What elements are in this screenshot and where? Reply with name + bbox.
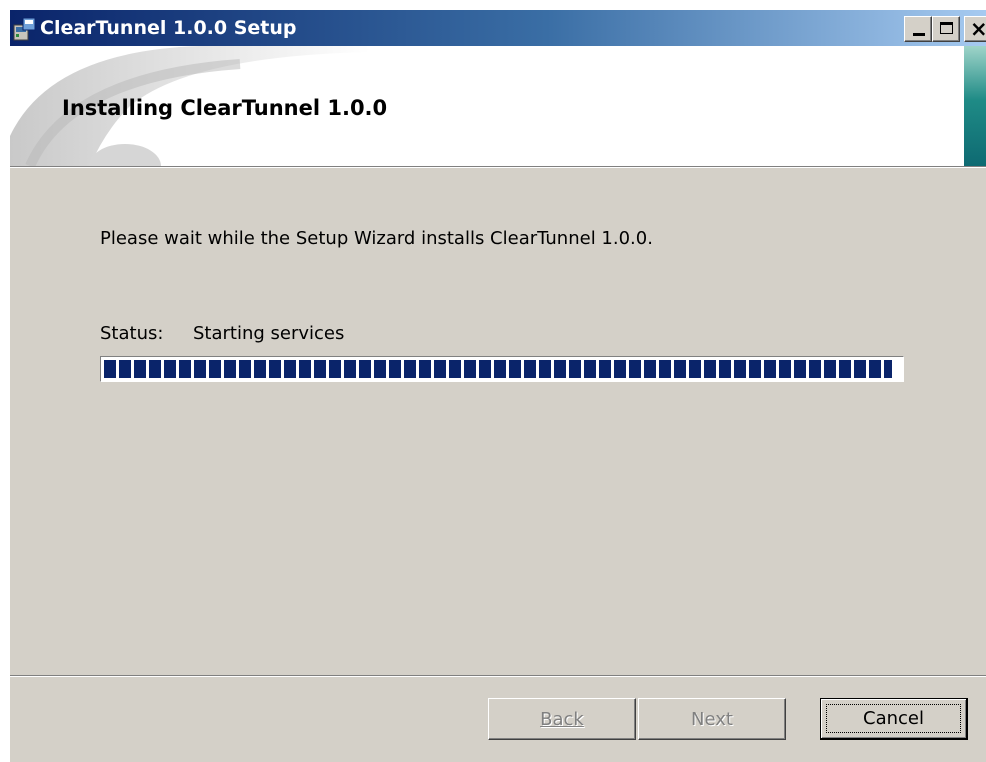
header-divider	[10, 166, 986, 168]
cancel-button[interactable]: Cancel	[820, 698, 968, 740]
status-label: Status:	[100, 323, 164, 344]
setup-window: ClearTunnel 1.0.0 Setup × Installing Cle…	[10, 10, 986, 762]
back-button[interactable]: Back	[488, 698, 636, 740]
minimize-icon	[913, 33, 925, 36]
status-value: Starting services	[193, 323, 345, 344]
close-icon: ×	[970, 17, 986, 41]
banner-title: Installing ClearTunnel 1.0.0	[62, 96, 388, 120]
maximize-icon	[940, 22, 953, 34]
cancel-button-label: Cancel	[863, 708, 924, 729]
close-button[interactable]: ×	[964, 16, 986, 42]
title-bar[interactable]: ClearTunnel 1.0.0 Setup ×	[10, 10, 986, 46]
next-button-label: Next	[691, 708, 733, 730]
minimize-button[interactable]	[904, 16, 932, 42]
back-button-label: Back	[540, 708, 584, 730]
install-progress-bar	[100, 356, 904, 382]
footer-divider	[10, 675, 986, 677]
header-banner: Installing ClearTunnel 1.0.0	[10, 46, 986, 166]
next-button[interactable]: Next	[638, 698, 786, 740]
banner-accent	[964, 46, 986, 166]
progress-description: Please wait while the Setup Wizard insta…	[100, 228, 653, 249]
maximize-button[interactable]	[932, 16, 960, 42]
window-title: ClearTunnel 1.0.0 Setup	[40, 17, 297, 39]
progress-fill	[104, 360, 892, 378]
installer-icon	[12, 16, 38, 42]
